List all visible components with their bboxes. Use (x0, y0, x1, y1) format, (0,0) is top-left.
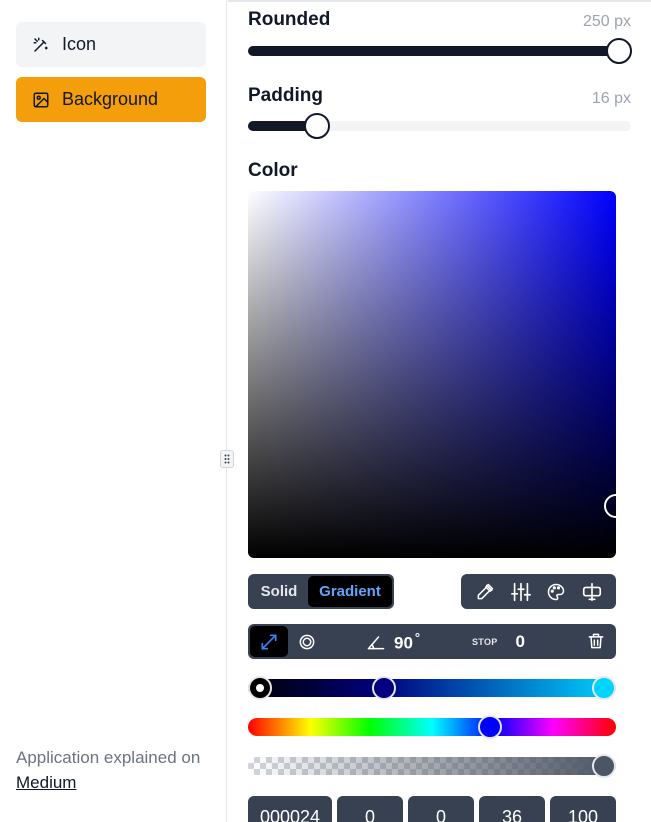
blue-input[interactable] (479, 796, 545, 822)
sliders-icon[interactable] (509, 580, 533, 604)
magic-wand-icon (32, 36, 50, 54)
compare-icon[interactable] (580, 580, 604, 604)
angle-icon (367, 635, 385, 649)
stop-control[interactable]: STOP 0 (472, 624, 525, 659)
sidebar: Icon Background Application explained on… (0, 0, 227, 822)
image-icon (32, 91, 50, 109)
sidebar-item-label: Icon (62, 34, 97, 54)
footer-note: Application explained on Medium (16, 745, 200, 795)
sidebar-item-label: Background (62, 89, 159, 109)
medium-link[interactable]: Medium (16, 773, 76, 792)
angle-value-wrap: 90 ° (394, 630, 420, 654)
resize-handle[interactable] (220, 450, 234, 468)
angle-control[interactable]: 90 ° (366, 624, 420, 659)
top-border (228, 0, 651, 2)
hue-slider-thumb[interactable] (478, 715, 503, 739)
red-input[interactable] (337, 796, 403, 822)
linear-gradient-button[interactable] (250, 626, 288, 657)
color-mode-toggle: Solid Gradient (248, 574, 394, 609)
eyedropper-icon[interactable] (473, 580, 497, 604)
rounded-label: Rounded (248, 9, 331, 30)
gradient-controls: 90 ° STOP 0 (248, 624, 616, 659)
alpha-slider-thumb[interactable] (592, 754, 616, 778)
padding-label: Padding (248, 85, 323, 106)
angle-value: 90 (394, 633, 413, 653)
sidebar-divider (226, 0, 227, 822)
trash-icon[interactable] (586, 631, 606, 651)
hue-slider[interactable] (248, 715, 616, 739)
solid-mode-button[interactable]: Solid (250, 576, 308, 607)
drag-dots-icon (224, 454, 230, 464)
hex-input[interactable] (248, 796, 332, 822)
padding-slider-thumb[interactable] (304, 113, 330, 139)
gradient-stop-handle[interactable] (371, 676, 396, 700)
linear-icon (261, 634, 277, 649)
rounded-value: 250 px (582, 13, 631, 30)
gradient-stop-handle[interactable] (592, 676, 616, 700)
gradient-stops-slider[interactable] (248, 676, 616, 700)
sidebar-item-background[interactable]: Background (16, 77, 206, 122)
padding-slider[interactable] (248, 113, 631, 139)
gradient-stop-handle[interactable] (248, 676, 272, 700)
saturation-value-picker[interactable] (248, 191, 616, 558)
color-tools (461, 574, 616, 609)
padding-value: 16 px (591, 90, 631, 107)
radial-icon (299, 634, 315, 649)
radial-gradient-button[interactable] (288, 626, 326, 657)
rounded-slider[interactable] (248, 38, 632, 64)
rounded-slider-fill (248, 46, 619, 56)
picker-cursor[interactable] (604, 494, 616, 518)
alpha-slider[interactable] (248, 754, 616, 778)
rounded-slider-thumb[interactable] (606, 38, 632, 64)
green-input[interactable] (408, 796, 474, 822)
color-label: Color (248, 160, 298, 181)
stop-label: STOP (472, 636, 498, 647)
palette-icon[interactable] (544, 580, 568, 604)
degree-symbol: ° (414, 629, 421, 645)
gradient-mode-button[interactable]: Gradient (308, 576, 392, 607)
stop-value: 0 (515, 631, 526, 651)
color-inputs (248, 796, 616, 822)
alpha-input[interactable] (550, 796, 616, 822)
footer-text: Application explained on (16, 748, 201, 767)
sidebar-item-icon[interactable]: Icon (16, 22, 206, 67)
